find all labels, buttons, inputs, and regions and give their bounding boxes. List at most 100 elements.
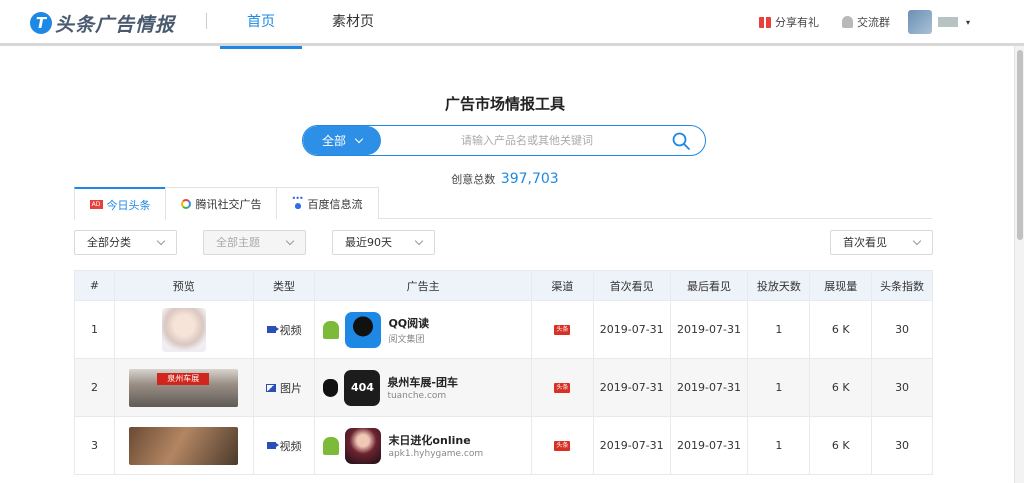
column-header[interactable]: 展现量 bbox=[810, 271, 873, 300]
run-days: 1 bbox=[748, 301, 811, 358]
toutiao-index: 30 bbox=[895, 439, 910, 452]
scrollbar-thumb[interactable] bbox=[1017, 50, 1023, 240]
user-menu[interactable]: ▾ bbox=[908, 10, 970, 34]
preview-cell[interactable] bbox=[115, 417, 254, 474]
android-icon bbox=[323, 436, 340, 455]
period-filter[interactable]: 最近90天 bbox=[332, 230, 435, 255]
share-gift-link[interactable]: 分享有礼 bbox=[759, 12, 819, 32]
preview-thumbnail[interactable]: 泉州车展 bbox=[129, 368, 239, 407]
username-redacted bbox=[938, 17, 958, 27]
search-category-dropdown[interactable]: 全部 bbox=[303, 126, 381, 155]
search-icon[interactable] bbox=[671, 131, 691, 151]
advertiser-sub: apk1.hyhygame.com bbox=[388, 449, 484, 459]
advertiser-sub: 阅文集团 bbox=[388, 334, 425, 345]
column-header[interactable]: # bbox=[75, 271, 115, 300]
preview-cell[interactable]: 泉州车展 bbox=[115, 359, 254, 416]
logo-text: 头条广告情报 bbox=[55, 13, 176, 36]
apple-icon bbox=[323, 378, 339, 397]
chevron-down-icon bbox=[912, 236, 922, 246]
last-seen: 2019-07-31 bbox=[671, 417, 749, 474]
chevron-down-icon bbox=[354, 134, 364, 144]
first-seen: 2019-07-31 bbox=[594, 301, 671, 358]
nav-tab-material[interactable]: 素材页 bbox=[312, 0, 394, 46]
row-index: 2 bbox=[75, 359, 115, 416]
preview-cell[interactable] bbox=[115, 301, 254, 358]
tab-baidu[interactable]: 百度信息流 bbox=[276, 187, 379, 219]
advertiser-name[interactable]: 泉州车展-团车 bbox=[387, 374, 458, 390]
nav-tab-home[interactable]: 首页 bbox=[220, 0, 302, 49]
theme-filter-value: 全部主题 bbox=[216, 236, 260, 249]
chevron-down-icon bbox=[156, 236, 166, 246]
run-days: 1 bbox=[748, 417, 811, 474]
column-header[interactable]: 头条指数 bbox=[872, 271, 932, 300]
image-icon bbox=[266, 383, 276, 392]
ads-table: # 预览 类型 广告主 渠道 首次看见 最后看见 投放天数 展现量 头条指数 1… bbox=[74, 270, 933, 475]
app-logo bbox=[345, 427, 382, 464]
tab-tencent[interactable]: 腾讯社交广告 bbox=[165, 187, 277, 219]
chevron-down-icon: ▾ bbox=[966, 17, 971, 27]
preview-thumbnail[interactable] bbox=[161, 307, 206, 352]
banner-title: 泉州车展 bbox=[157, 372, 210, 385]
community-group-link[interactable]: 交流群 bbox=[842, 12, 890, 32]
nav-divider bbox=[206, 13, 207, 29]
android-icon bbox=[323, 320, 340, 339]
advertiser-cell[interactable]: 末日进化online apk1.hyhygame.com bbox=[315, 417, 532, 474]
category-filter[interactable]: 全部分类 bbox=[74, 230, 177, 255]
channel-cell: 头条 bbox=[532, 359, 594, 416]
column-header[interactable]: 类型 bbox=[254, 271, 316, 300]
row-index: 1 bbox=[75, 301, 115, 358]
app-logo: 404 bbox=[344, 369, 381, 406]
app-logo bbox=[345, 311, 382, 348]
tab-toutiao-label: 今日头条 bbox=[106, 198, 151, 212]
video-icon bbox=[266, 326, 279, 333]
table-row[interactable]: 3 视频 末日进化online apk1.hyhygame.com 头条 201… bbox=[74, 417, 933, 475]
channel-cell: 头条 bbox=[532, 417, 594, 474]
sort-filter[interactable]: 首次看见 bbox=[830, 230, 933, 255]
type-label: 视频 bbox=[279, 323, 302, 337]
type-cell: 视频 bbox=[254, 301, 316, 358]
top-navbar: T 头条广告情报 首页 素材页 分享有礼 交流群 ▾ bbox=[0, 0, 1024, 49]
type-label: 图片 bbox=[280, 381, 302, 395]
baidu-paw-icon bbox=[292, 194, 303, 209]
brand-logo[interactable]: T 头条广告情报 bbox=[30, 10, 175, 36]
run-days: 1 bbox=[748, 359, 811, 416]
column-header[interactable]: 最后看见 bbox=[671, 271, 749, 300]
table-row[interactable]: 1 视频 QQ阅读 阅文集团 头条 2019-07-31 2019-07-31 … bbox=[74, 301, 933, 359]
advertiser-cell[interactable]: QQ阅读 阅文集团 bbox=[315, 301, 532, 358]
search-input[interactable] bbox=[387, 126, 667, 155]
platform-tabs: AD 今日头条 腾讯社交广告 百度信息流 bbox=[74, 187, 932, 220]
column-header[interactable]: 预览 bbox=[115, 271, 254, 300]
column-header[interactable]: 首次看见 bbox=[594, 271, 671, 300]
gift-icon bbox=[759, 16, 771, 28]
toutiao-channel-icon: 头条 bbox=[554, 324, 571, 335]
last-seen: 2019-07-31 bbox=[671, 301, 749, 358]
advertiser-name[interactable]: QQ阅读 bbox=[388, 315, 429, 331]
toutiao-channel-icon: 头条 bbox=[554, 382, 571, 393]
page-title: 广告市场情报工具 bbox=[444, 95, 565, 113]
page-scrollbar[interactable] bbox=[1014, 46, 1024, 483]
channel-cell: 头条 bbox=[532, 301, 594, 358]
logo-badge-icon: T bbox=[30, 12, 52, 34]
tab-toutiao[interactable]: AD 今日头条 bbox=[74, 187, 166, 220]
search-category-label: 全部 bbox=[321, 134, 346, 148]
avatar bbox=[908, 10, 932, 34]
table-row[interactable]: 2 泉州车展 图片 404 泉州车展-团车 tuanche.com 头条 201… bbox=[74, 359, 933, 417]
preview-thumbnail[interactable] bbox=[129, 426, 239, 465]
video-icon bbox=[266, 442, 279, 449]
column-header[interactable]: 渠道 bbox=[532, 271, 594, 300]
impressions: 6 K bbox=[810, 359, 873, 416]
toutiao-channel-icon: 头条 bbox=[554, 440, 571, 451]
column-header[interactable]: 广告主 bbox=[315, 271, 532, 300]
advertiser-name[interactable]: 末日进化online bbox=[388, 432, 483, 448]
theme-filter[interactable]: 全部主题 bbox=[203, 230, 306, 255]
type-label: 视频 bbox=[279, 439, 302, 453]
creative-total-label: 创意总数 bbox=[451, 173, 496, 186]
sort-filter-value: 首次看见 bbox=[843, 236, 887, 249]
column-header[interactable]: 投放天数 bbox=[748, 271, 811, 300]
advertiser-cell[interactable]: 404 泉州车展-团车 tuanche.com bbox=[315, 359, 532, 416]
type-cell: 图片 bbox=[254, 359, 316, 416]
chevron-down-icon bbox=[285, 236, 295, 246]
tab-tencent-label: 腾讯社交广告 bbox=[195, 197, 262, 211]
impressions: 6 K bbox=[810, 301, 873, 358]
first-seen: 2019-07-31 bbox=[594, 359, 671, 416]
